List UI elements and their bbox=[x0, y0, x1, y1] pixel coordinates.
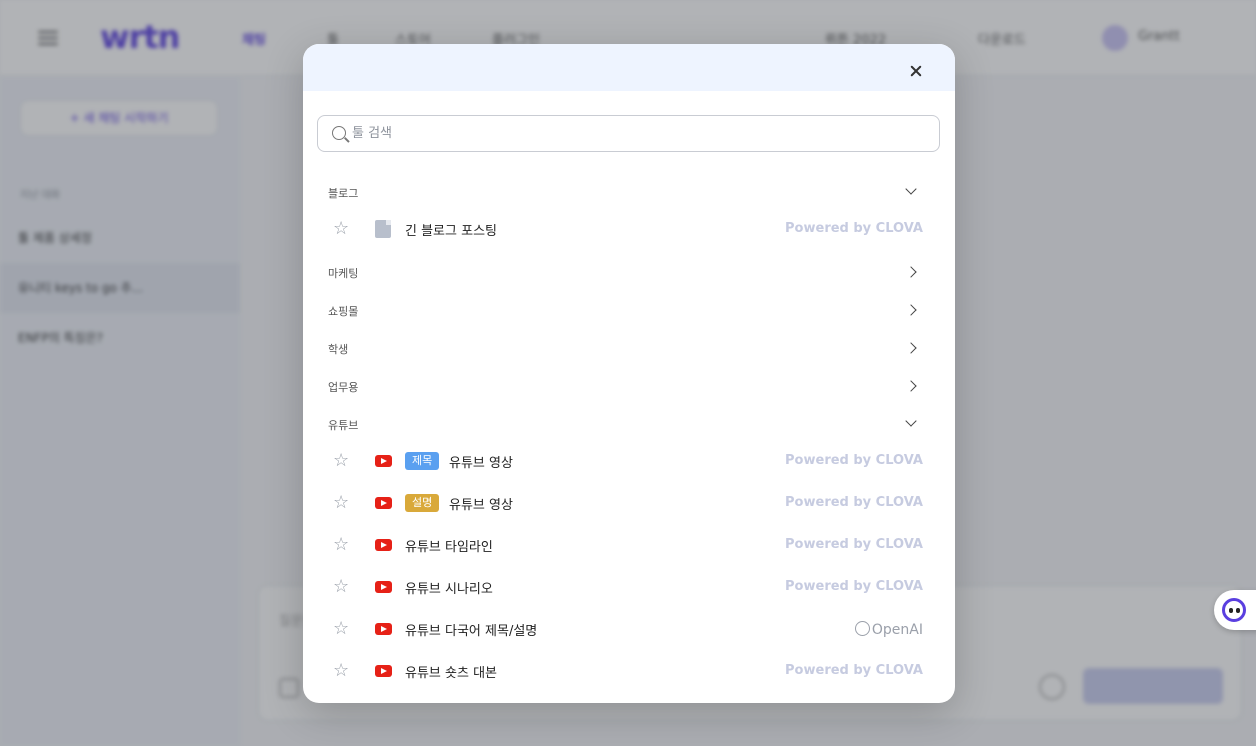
category-youtube[interactable]: 유튜브 bbox=[328, 415, 928, 435]
youtube-icon bbox=[375, 623, 392, 635]
tool-name: 유튜브 다국어 제목/설명 bbox=[405, 624, 538, 639]
category-label: 마케팅 bbox=[328, 267, 359, 280]
category-label: 유튜브 bbox=[328, 419, 359, 432]
chevron-down-icon bbox=[905, 183, 917, 195]
description-badge: 설명 bbox=[405, 494, 440, 512]
tool-item[interactable]: ☆ 유튜브 타임라인 Powered by CLOVA bbox=[328, 528, 928, 562]
chevron-down-icon bbox=[905, 415, 917, 427]
tool-name: 긴 블로그 포스팅 bbox=[405, 224, 497, 239]
tool-name: 유튜브 타임라인 bbox=[405, 540, 493, 555]
tool-item[interactable]: ☆ 제목 유튜브 영상 Powered by CLOVA bbox=[328, 444, 928, 478]
star-icon[interactable]: ☆ bbox=[333, 578, 349, 596]
tool-item[interactable]: ☆ 유튜브 숏츠 대본 Powered by CLOVA bbox=[328, 654, 928, 688]
title-badge: 제목 bbox=[405, 452, 440, 470]
search-icon bbox=[332, 126, 346, 140]
tool-search-field[interactable] bbox=[317, 115, 940, 152]
tool-name: 유튜브 숏츠 대본 bbox=[405, 666, 497, 681]
category-label: 블로그 bbox=[328, 187, 359, 200]
category-marketing[interactable]: 마케팅 bbox=[328, 263, 928, 283]
openai-logo-icon bbox=[854, 621, 870, 636]
youtube-icon bbox=[375, 581, 392, 593]
category-shopping[interactable]: 쇼핑몰 bbox=[328, 301, 928, 321]
tool-item[interactable]: ☆ 유튜브 시나리오 Powered by CLOVA bbox=[328, 570, 928, 604]
close-icon[interactable] bbox=[907, 62, 925, 80]
tool-item[interactable]: ☆ 설명 유튜브 영상 Powered by CLOVA bbox=[328, 486, 928, 520]
provider-label: Powered by CLOVA bbox=[785, 453, 923, 468]
youtube-icon bbox=[375, 455, 392, 467]
star-icon[interactable]: ☆ bbox=[333, 536, 349, 554]
provider-label: Powered by CLOVA bbox=[785, 663, 923, 678]
chevron-right-icon bbox=[905, 380, 917, 392]
youtube-icon bbox=[375, 665, 392, 677]
provider-label: Powered by CLOVA bbox=[785, 221, 923, 236]
category-business[interactable]: 업무용 bbox=[328, 377, 928, 397]
category-blog[interactable]: 블로그 bbox=[328, 183, 928, 203]
category-label: 학생 bbox=[328, 343, 349, 356]
provider-label: Powered by CLOVA bbox=[785, 537, 923, 552]
tool-item[interactable]: ☆ 긴 블로그 포스팅 Powered by CLOVA bbox=[328, 212, 928, 246]
tool-name: 유튜브 영상 bbox=[449, 498, 513, 513]
star-icon[interactable]: ☆ bbox=[333, 662, 349, 680]
category-label: 쇼핑몰 bbox=[328, 305, 359, 318]
tool-name: 유튜브 영상 bbox=[449, 456, 513, 471]
provider-label: Powered by CLOVA bbox=[785, 579, 923, 594]
youtube-icon bbox=[375, 497, 392, 509]
star-icon[interactable]: ☆ bbox=[333, 494, 349, 512]
provider-label: OpenAI bbox=[854, 621, 923, 638]
document-icon bbox=[375, 220, 391, 238]
star-icon[interactable]: ☆ bbox=[333, 220, 349, 238]
star-icon[interactable]: ☆ bbox=[333, 452, 349, 470]
chevron-right-icon bbox=[905, 266, 917, 278]
assistant-floating-button[interactable] bbox=[1214, 590, 1256, 630]
tool-name: 유튜브 시나리오 bbox=[405, 582, 493, 597]
tool-search-input[interactable] bbox=[352, 116, 932, 151]
modal-header bbox=[303, 44, 955, 91]
assistant-face-icon bbox=[1222, 598, 1246, 622]
provider-label: Powered by CLOVA bbox=[785, 495, 923, 510]
youtube-icon bbox=[375, 539, 392, 551]
tool-picker-modal: 블로그 ☆ 긴 블로그 포스팅 Powered by CLOVA 마케팅 쇼핑몰… bbox=[303, 44, 955, 703]
star-icon[interactable]: ☆ bbox=[333, 620, 349, 638]
category-student[interactable]: 학생 bbox=[328, 339, 928, 359]
chevron-right-icon bbox=[905, 342, 917, 354]
tool-item[interactable]: ☆ 유튜브 다국어 제목/설명 OpenAI bbox=[328, 612, 928, 646]
provider-text: OpenAI bbox=[871, 622, 923, 638]
chevron-right-icon bbox=[905, 304, 917, 316]
category-label: 업무용 bbox=[328, 381, 359, 394]
